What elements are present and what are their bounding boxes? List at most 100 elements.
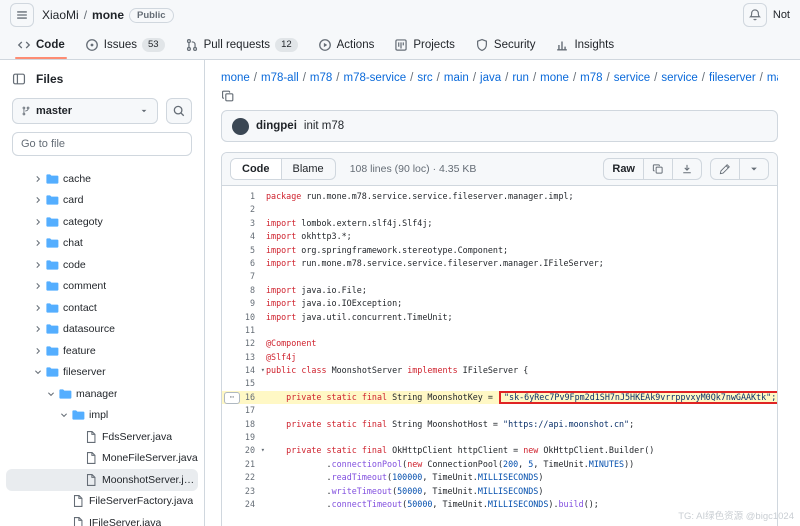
breadcrumb-segment[interactable]: java [480, 72, 501, 84]
file-icon [84, 451, 98, 465]
tree-item-FdsServer.java[interactable]: FdsServer.java [6, 426, 198, 448]
commit-message[interactable]: init m78 [304, 120, 344, 132]
breadcrumb-segment[interactable]: fileserver [709, 72, 756, 84]
tab-actions[interactable]: Actions [309, 30, 384, 59]
fold-toggle-icon[interactable]: ▾ [261, 444, 265, 457]
line-number[interactable]: 7 [222, 270, 266, 283]
breadcrumb-segment[interactable]: main [444, 72, 469, 84]
line-number[interactable]: 20▾ [222, 444, 266, 457]
line-number[interactable]: 24 [222, 498, 266, 511]
download-button[interactable] [673, 159, 701, 179]
line-number[interactable]: 21 [222, 458, 266, 471]
line-number[interactable]: 8 [222, 284, 266, 297]
line-number[interactable]: 22 [222, 471, 266, 484]
tree-item-IFileServer.java[interactable]: IFileServer.java [6, 512, 198, 526]
tree-item-categoty[interactable]: categoty [6, 211, 198, 233]
collapse-sidebar-button[interactable] [12, 72, 26, 86]
code-line-16: 16⋯ private static final String Moonshot… [222, 391, 777, 404]
breadcrumb-segment[interactable]: run [512, 72, 529, 84]
tab-label: Actions [337, 39, 375, 51]
code-line-text: @Component [266, 337, 777, 350]
repo-name-link[interactable]: mone [92, 8, 124, 22]
line-number[interactable]: 6 [222, 257, 266, 270]
tab-label: Code [36, 39, 65, 51]
tab-insights[interactable]: Insights [546, 30, 623, 59]
tab-security[interactable]: Security [466, 30, 545, 59]
tree-item-MoneFileServer.java[interactable]: MoneFileServer.java [6, 448, 198, 470]
folder-icon [45, 279, 59, 293]
tree-item-FileServerFactory.java[interactable]: FileServerFactory.java [6, 491, 198, 513]
tree-item-datasource[interactable]: datasource [6, 319, 198, 341]
breadcrumb-segment[interactable]: src [417, 72, 432, 84]
breadcrumb-segment[interactable]: m78-service [343, 72, 406, 84]
line-number[interactable]: 17 [222, 404, 266, 417]
tab-projects[interactable]: Projects [385, 30, 464, 59]
repo-owner-link[interactable]: XiaoMi [42, 8, 79, 22]
code-line-text: @Slf4j [266, 351, 777, 364]
tree-item-code[interactable]: code [6, 254, 198, 276]
tab-code[interactable]: Code [8, 30, 74, 59]
tab-code-view[interactable]: Code [231, 159, 282, 179]
go-to-file-input[interactable] [12, 132, 192, 156]
breadcrumb-separator: / [336, 72, 339, 84]
line-number[interactable]: 10 [222, 311, 266, 324]
line-number[interactable]: 11 [222, 324, 266, 337]
line-number[interactable]: 19 [222, 431, 266, 444]
code-line-text: import run.mone.m78.service.service.file… [266, 257, 777, 270]
tree-item-chat[interactable]: chat [6, 233, 198, 255]
tree-item-contact[interactable]: contact [6, 297, 198, 319]
edit-options-button[interactable] [740, 159, 768, 179]
search-files-button[interactable] [166, 98, 192, 124]
breadcrumb-segment[interactable]: m78-all [261, 72, 299, 84]
breadcrumb-segment[interactable]: mone [221, 72, 250, 84]
breadcrumb-segment[interactable]: service [661, 72, 697, 84]
hamburger-menu-button[interactable] [10, 3, 34, 27]
copy-file-button[interactable] [644, 159, 673, 179]
tab-pull-requests[interactable]: Pull requests12 [176, 30, 307, 59]
tree-item-impl[interactable]: impl [6, 405, 198, 427]
tree-item-card[interactable]: card [6, 190, 198, 212]
line-number[interactable]: 5 [222, 244, 266, 257]
tree-item-MoonshotServer.java[interactable]: MoonshotServer.java [6, 469, 198, 491]
edit-file-button[interactable] [711, 159, 740, 179]
code-line-4: 4import okhttp3.*; [222, 230, 777, 243]
commit-author-avatar[interactable] [232, 118, 249, 135]
breadcrumb-segment[interactable]: m78 [310, 72, 332, 84]
line-number[interactable]: 3 [222, 217, 266, 230]
branch-selector[interactable]: master [12, 98, 158, 124]
copy-path-button[interactable] [221, 89, 235, 103]
line-number[interactable]: 23 [222, 485, 266, 498]
line-number[interactable]: 18 [222, 418, 266, 431]
chevron-right-icon [33, 346, 43, 356]
line-number[interactable]: 15 [222, 377, 266, 390]
fold-toggle-icon[interactable]: ▾ [261, 364, 265, 377]
code-line-text [266, 404, 777, 417]
line-number[interactable]: 1 [222, 190, 266, 203]
tree-item-comment[interactable]: comment [6, 276, 198, 298]
line-number[interactable]: 9 [222, 297, 266, 310]
line-number[interactable]: 14▾ [222, 364, 266, 377]
line-number[interactable]: 12 [222, 337, 266, 350]
breadcrumb-segment[interactable]: mana [767, 72, 778, 84]
tree-item-cache[interactable]: cache [6, 168, 198, 190]
line-annotation-button[interactable]: ⋯ [224, 392, 240, 404]
breadcrumb-segment[interactable]: mone [540, 72, 569, 84]
tree-item-fileserver[interactable]: fileserver [6, 362, 198, 384]
line-number[interactable]: 2 [222, 203, 266, 216]
tree-item-manager[interactable]: manager [6, 383, 198, 405]
breadcrumb-segment[interactable]: service [614, 72, 650, 84]
breadcrumb-segment[interactable]: m78 [580, 72, 602, 84]
file-tree: cachecardcategotychatcodecommentcontactd… [0, 164, 204, 526]
line-number[interactable]: 4 [222, 230, 266, 243]
code-line-text: import okhttp3.*; [266, 230, 777, 243]
tab-issues[interactable]: Issues53 [76, 30, 174, 59]
tree-item-feature[interactable]: feature [6, 340, 198, 362]
commit-author[interactable]: dingpei [256, 120, 297, 132]
code-line-text: private static final String MoonshotKey … [266, 391, 777, 404]
notifications-button[interactable] [743, 3, 767, 27]
line-number[interactable]: 13 [222, 351, 266, 364]
code-line-20: 20▾ private static final OkHttpClient ht… [222, 444, 777, 457]
tab-blame-view[interactable]: Blame [282, 159, 335, 179]
raw-button[interactable]: Raw [604, 159, 644, 179]
folder-icon [58, 387, 72, 401]
